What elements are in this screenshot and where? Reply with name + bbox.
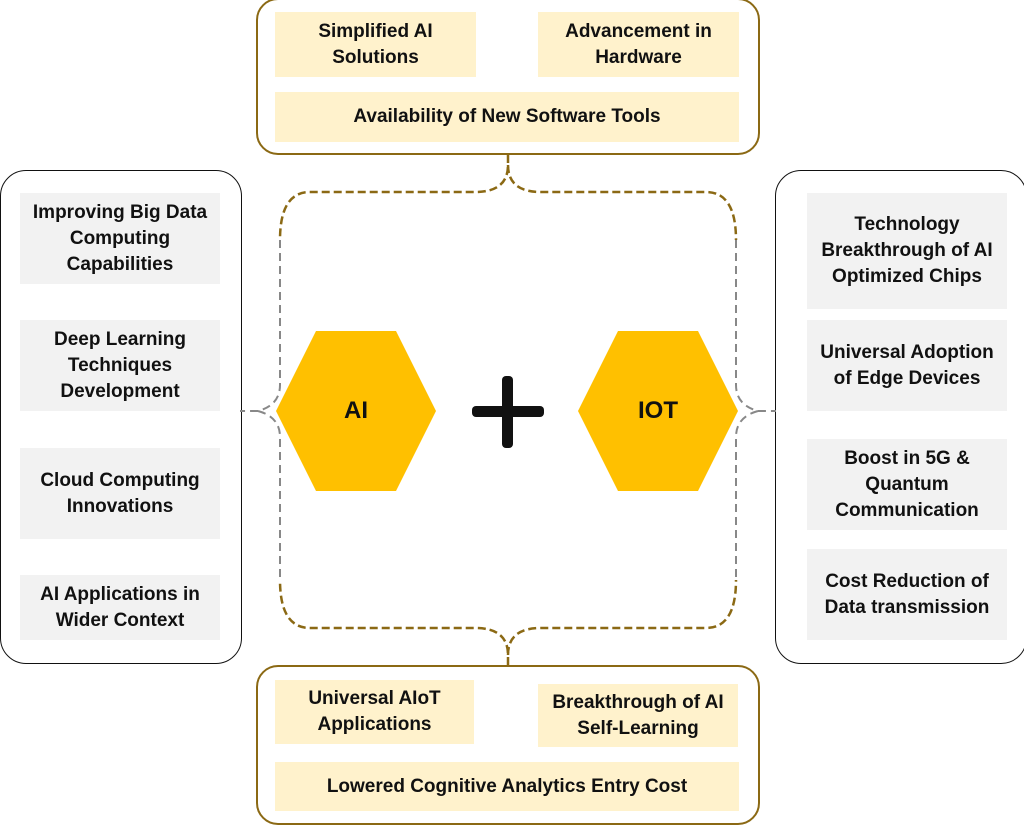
right-brace <box>735 240 776 580</box>
top-brace <box>278 155 510 241</box>
left-brace <box>240 240 281 580</box>
connectors <box>240 155 776 665</box>
ai-label: AI <box>344 397 368 424</box>
plus-icon <box>472 376 544 448</box>
bottom-brace-right <box>506 579 738 656</box>
top-brace-right <box>506 164 738 241</box>
iot-label: IOT <box>638 397 678 424</box>
bottom-brace <box>278 579 510 665</box>
